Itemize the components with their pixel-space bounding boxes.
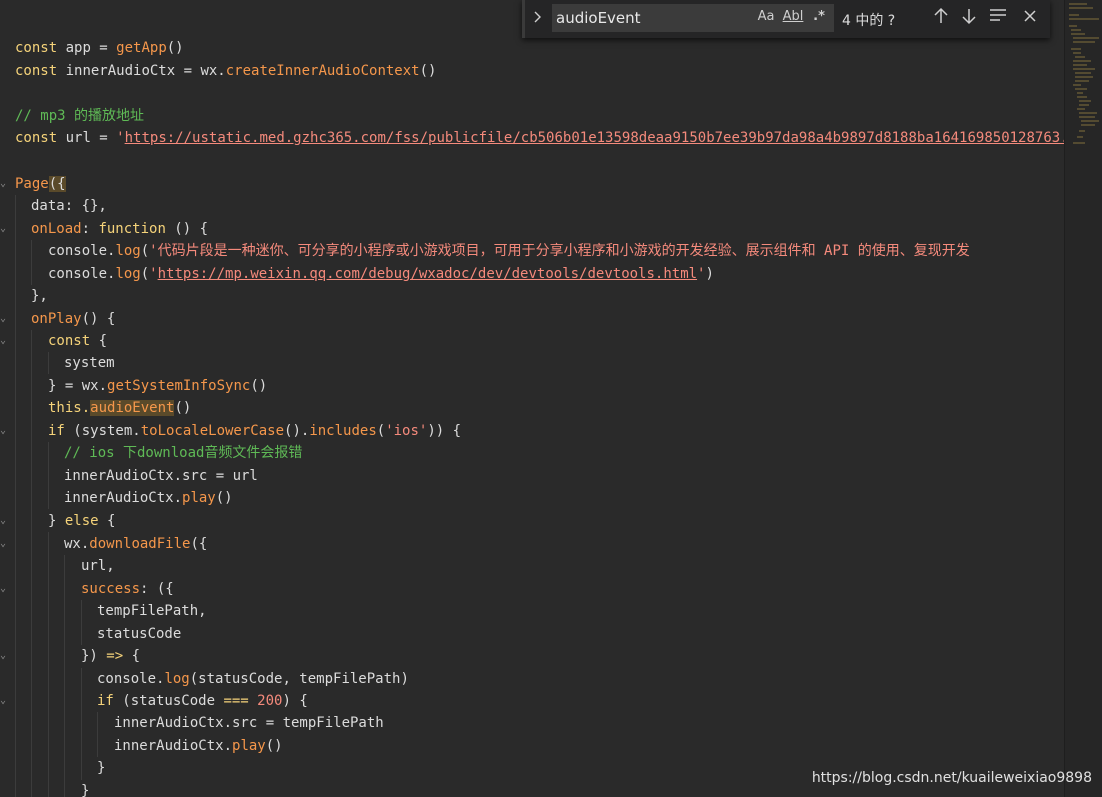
match-case-toggle[interactable]: Aa (756, 8, 776, 26)
find-in-selection-icon[interactable] (987, 7, 1009, 29)
code-line: }, (31, 288, 48, 304)
find-widget: audioEvent Aa Abl .* 4 中的 ? (522, 0, 1050, 38)
code-line: const url = 'https://ustatic.med.gzhc365… (15, 127, 1064, 149)
url-link[interactable]: https://ustatic.med.gzhc365.com/fss/publ… (125, 130, 1064, 146)
regex-toggle[interactable]: .* (810, 8, 828, 26)
code-editor[interactable]: ⌄ ⌄ ⌄ ⌄ ⌄ ⌄ ⌄ ⌄ ⌄ ⌄ const app = getApp()… (0, 0, 1064, 797)
indent-guide (15, 195, 16, 797)
match-count: 4 中的 ? (842, 13, 896, 29)
fold-chevron-icon[interactable]: ⌄ (0, 420, 8, 442)
code-line: const innerAudioCtx = wx.createInnerAudi… (15, 63, 437, 79)
indent-guide (48, 442, 49, 509)
whole-word-toggle[interactable]: Abl (782, 8, 804, 26)
indent-guide (64, 555, 65, 797)
code-line: if (statusCode === 200) { (97, 693, 308, 709)
code-line: console.log('代码片段是一种迷你、可分享的小程序或小游戏项目，可用于… (48, 243, 970, 259)
code-line: innerAudioCtx.src = tempFilePath (114, 715, 384, 731)
indent-guide (31, 240, 32, 285)
indent-guide (81, 668, 82, 780)
code-line: innerAudioCtx.play() (114, 738, 283, 754)
fold-chevron-icon[interactable]: ⌄ (0, 218, 8, 240)
arrow-down-icon[interactable] (958, 7, 980, 29)
fold-chevron-icon[interactable]: ⌄ (0, 578, 8, 600)
url-link[interactable]: https://mp.weixin.qq.com/debug/wxadoc/de… (158, 266, 697, 282)
code-line: } (81, 783, 90, 797)
code-line: success: ({ (81, 581, 174, 597)
code-line: wx.downloadFile({ (64, 536, 208, 552)
arrow-up-icon[interactable] (930, 7, 952, 29)
code-comment: // ios 下download音频文件会报错 (64, 445, 303, 461)
code-comment: // mp3 的播放地址 (15, 108, 145, 124)
fold-chevron-icon[interactable]: ⌄ (0, 690, 8, 712)
code-line: console.log('https://mp.weixin.qq.com/de… (48, 266, 714, 282)
fold-chevron-icon[interactable]: ⌄ (0, 330, 8, 352)
watermark: https://blog.csdn.net/kuaileweixiao9898 (811, 770, 1092, 786)
code-line: innerAudioCtx.src = url (64, 468, 258, 484)
indent-guide (48, 352, 49, 374)
code-line: data: {}, (31, 198, 107, 214)
code-line: } else { (48, 513, 116, 529)
minimap[interactable] (1064, 0, 1102, 797)
indent-guide (81, 600, 82, 645)
code-line: if (system.toLocaleLowerCase().includes(… (48, 423, 462, 439)
code-line: this.audioEvent() (48, 400, 192, 416)
fold-chevron-icon[interactable]: ⌄ (0, 510, 8, 532)
indent-guide (48, 532, 49, 797)
code-line: } = wx.getSystemInfoSync() (48, 378, 268, 394)
code-line: } (97, 760, 106, 776)
fold-chevron-icon[interactable]: ⌄ (0, 173, 8, 195)
search-match: audioEvent (90, 400, 175, 416)
code-line: tempFilePath, (97, 603, 207, 619)
code-line: innerAudioCtx.play() (64, 490, 233, 506)
fold-chevron-icon[interactable]: ⌄ (0, 533, 8, 555)
code-line: }) => { (81, 648, 141, 664)
close-icon[interactable] (1019, 7, 1041, 29)
code-line: onPlay() { (31, 311, 116, 327)
code-line: system (64, 355, 115, 371)
indent-guide (31, 330, 32, 797)
indent-guide (97, 712, 98, 757)
code-line: const app = getApp() (15, 40, 184, 56)
code-line: const { (48, 333, 108, 349)
code-line: statusCode (97, 626, 182, 642)
chevron-right-icon[interactable] (533, 9, 547, 29)
code-line: url, (81, 558, 115, 574)
fold-chevron-icon[interactable]: ⌄ (0, 645, 8, 667)
fold-chevron-icon[interactable]: ⌄ (0, 308, 8, 330)
code-line: console.log(statusCode, tempFilePath) (97, 671, 409, 687)
code-line: onLoad: function () { (31, 221, 209, 237)
code-line: Page({ (15, 176, 66, 192)
